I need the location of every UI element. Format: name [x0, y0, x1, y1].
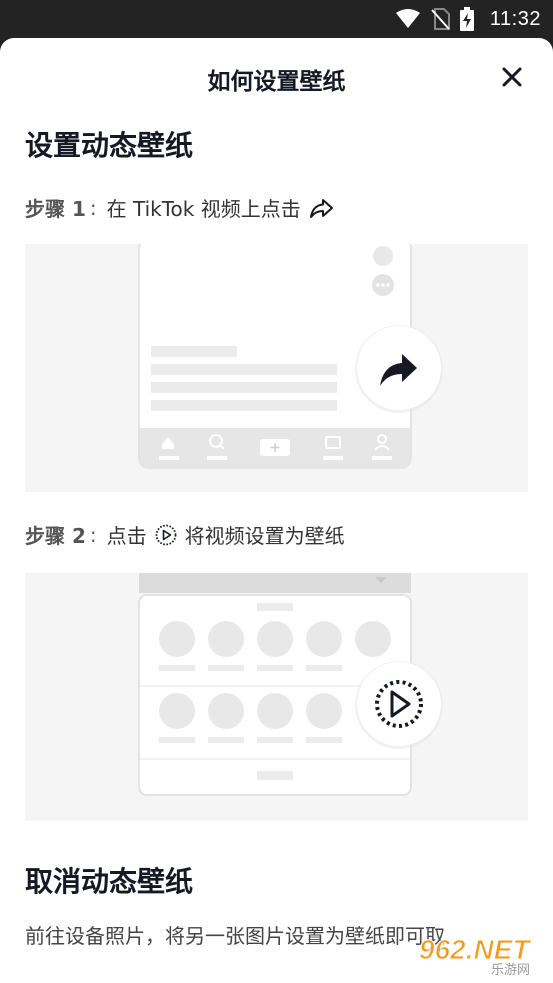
sheet-title: 如何设置壁纸: [207, 69, 346, 95]
step-1-text: 在 TikTok 视频上点击: [106, 197, 301, 221]
status-bar: 11:32: [0, 0, 553, 38]
close-icon[interactable]: [501, 66, 523, 88]
no-sim-icon: [431, 8, 450, 30]
svg-text:962.NET: 962.NET: [419, 934, 532, 965]
step-1-label: 步骤 1: [25, 197, 86, 221]
step-1-illustration: [25, 244, 528, 492]
sheet-header: 如何设置壁纸: [0, 38, 553, 118]
step-2-text-before: 点击: [106, 524, 147, 548]
battery-charging-icon: [459, 7, 474, 31]
cancel-instructions: 前往设备照片，将另一张图片设置为壁纸即可取: [25, 924, 445, 948]
step-2-text-after: 将视频设置为壁纸: [184, 524, 345, 548]
step-2: 步骤 2 : 点击 将视频设置为壁纸: [25, 520, 345, 549]
step-2-label: 步骤 2: [25, 524, 86, 548]
step-1-separator: :: [89, 195, 97, 220]
svg-text:乐游网: 乐游网: [491, 963, 530, 977]
wifi-icon: [395, 9, 420, 28]
live-photo-play-icon: [155, 524, 177, 545]
step-2-illustration: [25, 573, 528, 821]
clock: 11:32: [489, 7, 541, 30]
step-1: 步骤 1 : 在 TikTok 视频上点击: [25, 193, 335, 222]
step-2-separator: :: [89, 522, 97, 547]
watermark-logo: 962.NET 乐游网: [417, 929, 547, 979]
wallpaper-help-sheet: 如何设置壁纸 设置动态壁纸 步骤 1 : 在 TikTok 视频上点击 步骤 2…: [0, 38, 553, 983]
section-title-cancel-live-wallpaper: 取消动态壁纸: [25, 865, 194, 898]
share-icon: [309, 198, 333, 218]
section-title-set-live-wallpaper: 设置动态壁纸: [25, 129, 194, 162]
